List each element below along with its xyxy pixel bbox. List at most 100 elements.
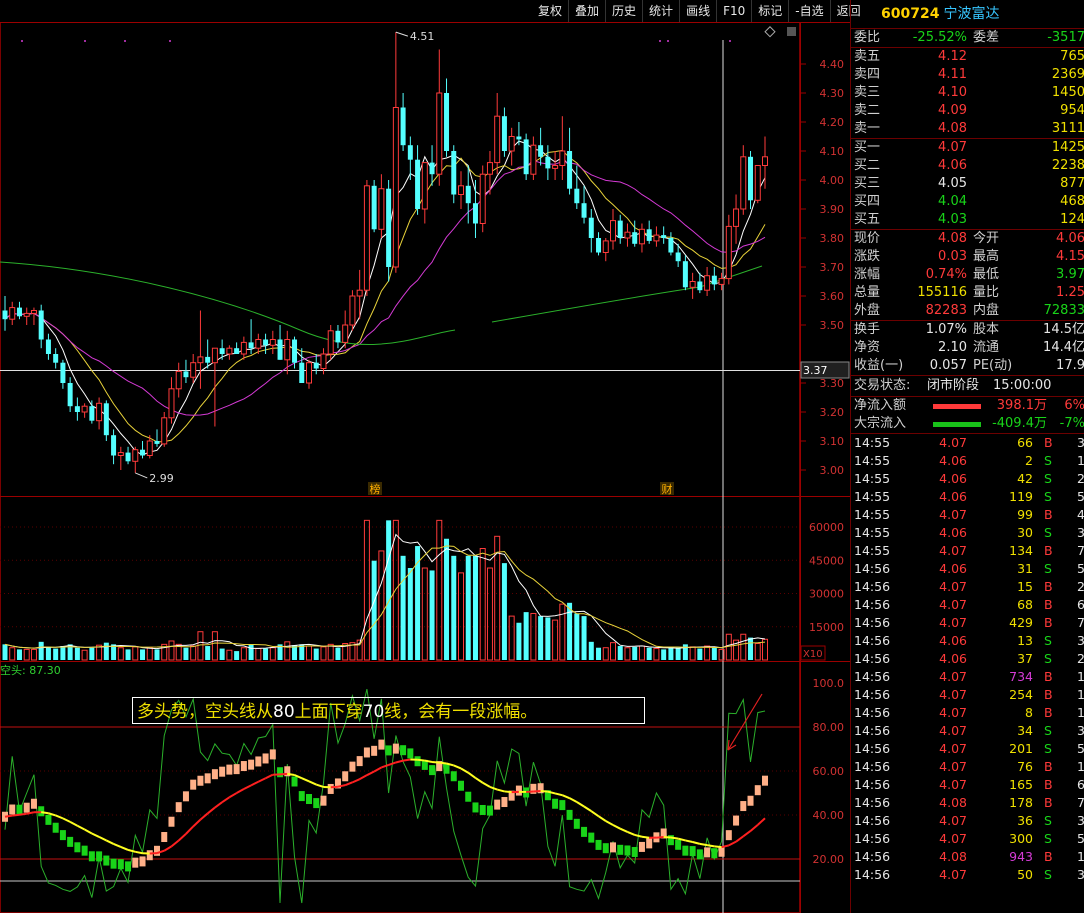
trade-volume: 943 — [1009, 849, 1033, 864]
quote-value: 0.74% — [925, 267, 967, 282]
candle — [421, 162, 428, 224]
volume-bar — [320, 646, 327, 661]
signal-dot — [84, 40, 86, 42]
quote-label: 总量 — [854, 285, 881, 300]
trend-block — [559, 800, 566, 811]
signal-line-segment — [91, 832, 100, 838]
event-marker[interactable]: 榜 — [370, 482, 381, 496]
signal-line-segment — [315, 783, 324, 788]
signal-line-segment — [714, 845, 722, 849]
volume-bar — [23, 648, 30, 661]
fund-label-2: 流通 — [973, 340, 1000, 355]
trend-block — [306, 794, 312, 805]
trend-block — [747, 795, 754, 806]
price-axis-label: 3.10 — [820, 435, 845, 448]
candle — [132, 446, 139, 473]
quote-value-2: 72833 — [1043, 303, 1084, 318]
candle — [538, 127, 544, 166]
signal-line-segment — [207, 806, 216, 815]
trend-block — [617, 844, 624, 855]
trade-row: 14:56 4.07 15 B 2 — [851, 578, 1084, 596]
trade-volume: 99 — [1017, 507, 1033, 522]
trade-time: 14:56 — [854, 795, 891, 810]
trend-block — [465, 791, 472, 802]
toolbar-button-0[interactable]: 复权 — [532, 0, 568, 22]
ask-book: 卖五 4.12 765 卖四 4.11 2369 卖三 4.10 1450 卖二 4.09 954 卖一… — [851, 48, 1084, 139]
trend-block — [515, 785, 522, 796]
candle — [23, 307, 30, 325]
bid-volume: 124 — [1060, 212, 1084, 227]
bid-price: 4.05 — [938, 176, 967, 191]
volume-bar — [16, 649, 22, 660]
signal-line-segment — [352, 778, 361, 784]
volume-bar — [516, 622, 522, 660]
toolbar-button-3[interactable]: 统计 — [642, 0, 679, 22]
trend-block — [211, 769, 218, 780]
volume-bar — [132, 646, 139, 661]
signal-line-segment — [192, 818, 202, 828]
candle — [378, 174, 385, 238]
signal-line-segment — [19, 812, 27, 816]
signal-line-segment — [504, 790, 512, 794]
trend-block — [313, 798, 320, 809]
trade-side: S — [1044, 831, 1052, 846]
quote-panel: 600724 宁波富达 委比 -25.52% 委差 -3517 卖五 4.12 765… — [850, 0, 1084, 913]
trade-price: 4.07 — [939, 507, 967, 522]
trade-price: 4.07 — [939, 723, 967, 738]
trade-count: 1 — [1077, 704, 1084, 722]
trade-count: 3 — [1077, 722, 1084, 740]
trend-block — [204, 773, 211, 784]
tick-trades[interactable]: 14:554.0766B314:554.062S114:554.0642S214… — [851, 434, 1084, 884]
trade-volume: 165 — [1009, 777, 1033, 792]
trade-time: 14:55 — [854, 489, 891, 504]
trend-block — [718, 846, 725, 857]
volume-bar — [451, 555, 457, 660]
volume-bar — [269, 647, 276, 661]
square-icon[interactable] — [787, 27, 796, 36]
quote-label-2: 最高 — [973, 249, 1000, 264]
volume-bar — [523, 612, 529, 660]
trend-block — [711, 848, 718, 859]
stock-code[interactable]: 600724 — [881, 6, 939, 22]
trend-block — [479, 804, 486, 815]
trade-count: 3 — [1077, 524, 1084, 542]
candle — [349, 290, 356, 331]
signal-line-segment — [496, 788, 505, 793]
trend-block — [610, 842, 616, 853]
toolbar-button-1[interactable]: 叠加 — [568, 0, 605, 22]
trend-block — [30, 798, 37, 809]
trend-block — [486, 805, 493, 816]
signal-line-segment — [12, 813, 20, 817]
trade-row: 14:56 4.07 34 S 3 — [851, 722, 1084, 740]
volume-bar — [429, 570, 435, 660]
signal-line-segment — [619, 827, 628, 833]
signal-line-segment — [84, 828, 93, 835]
event-marker[interactable]: 财 — [662, 482, 673, 496]
volume-bar — [748, 637, 754, 660]
weibi-value: -25.52% — [912, 30, 967, 45]
toolbar-button-2[interactable]: 历史 — [605, 0, 642, 22]
signal-line-segment — [366, 770, 375, 777]
trade-volume: 50 — [1017, 867, 1033, 882]
kline-chart[interactable]: 4.40 4.30 4.20 4.10 4.00 3.90 3.80 3.70 3.60 3.50… — [0, 0, 850, 913]
annotation-part: 多头势，空头线从 — [137, 702, 273, 722]
stock-name[interactable]: 宁波富达 — [943, 6, 999, 22]
signal-line-segment — [105, 839, 115, 845]
trade-row: 14:55 4.07 66 B 3 — [851, 434, 1084, 452]
signal-line-segment — [330, 785, 339, 789]
volume-bar — [400, 555, 406, 660]
toolbar-button-4[interactable]: 画线 — [679, 0, 716, 22]
toolbar-button-5[interactable]: F10 — [716, 0, 751, 22]
signal-line-segment — [742, 830, 752, 838]
trend-block — [414, 756, 421, 767]
diamond-icon[interactable] — [764, 26, 776, 38]
signal-line-segment — [670, 836, 679, 840]
trend-block — [255, 756, 262, 767]
toolbar-button-7[interactable]: -自选 — [788, 0, 829, 22]
trend-block — [233, 764, 240, 775]
toolbar-button-6[interactable]: 标记 — [751, 0, 788, 22]
volume-bar — [378, 550, 385, 661]
signal-line-segment — [69, 821, 78, 827]
price-axis-label: 3.80 — [820, 232, 845, 245]
trade-volume: 15 — [1017, 579, 1033, 594]
